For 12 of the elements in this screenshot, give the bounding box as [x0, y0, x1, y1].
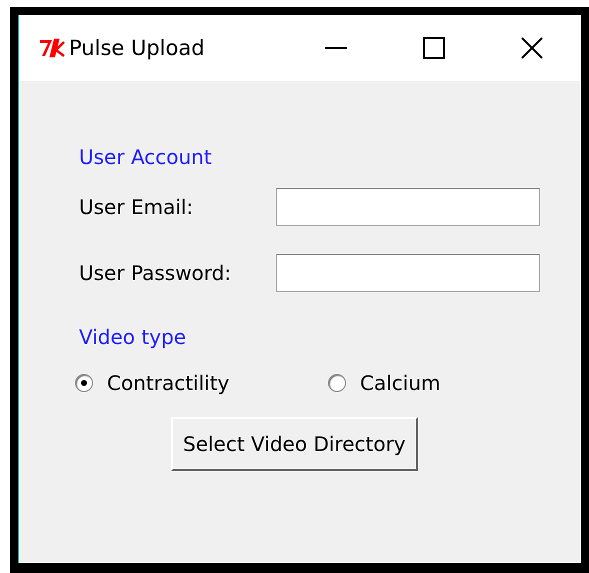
window-title: Pulse Upload — [69, 36, 205, 60]
select-directory-button[interactable]: Select Video Directory — [171, 417, 418, 471]
input-field[interactable] — [276, 254, 540, 292]
section-heading: Video type — [79, 324, 188, 351]
radio-option[interactable]: Calcium — [328, 371, 581, 395]
close-icon[interactable] — [520, 36, 544, 60]
section-heading: User Account — [79, 144, 213, 171]
field-label: User Password: — [79, 261, 232, 285]
field-label: User Email: — [79, 195, 194, 219]
input-field[interactable] — [276, 188, 540, 226]
radio-option[interactable]: Contractility — [75, 371, 328, 395]
maximize-icon[interactable] — [422, 36, 446, 60]
